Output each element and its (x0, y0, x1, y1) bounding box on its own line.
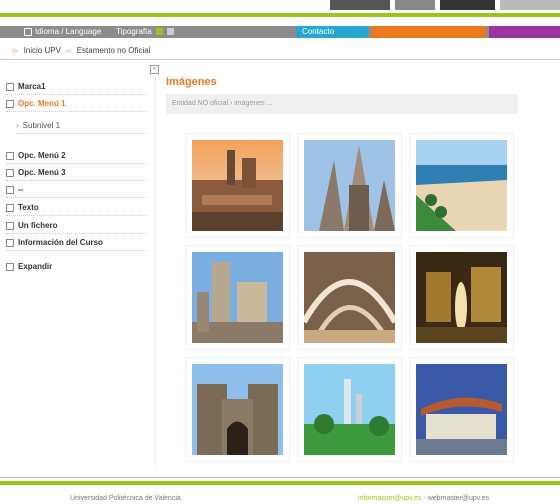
checkbox-icon (6, 221, 14, 230)
footer-email-webmaster[interactable]: webmaster@upv.es (428, 495, 489, 502)
collapse-sidebar-icon[interactable]: « (150, 65, 159, 74)
breadcrumb: ›› Inicio UPV ›› Estamento no Oficial (12, 46, 151, 55)
caret-right-icon: › (16, 121, 19, 130)
checkbox-icon (6, 185, 14, 194)
sidebar-item-opc-menu-1[interactable]: Opc. Menú 1 (6, 97, 146, 112)
footer-email-info[interactable]: informacion@upv.es (358, 495, 421, 502)
page-title: Imágenes (166, 76, 217, 88)
language-link[interactable]: Idioma / Language (24, 26, 101, 38)
checkbox-icon (6, 99, 14, 108)
sidebar-item-separator[interactable]: -- (6, 183, 146, 198)
header-accent-bar (0, 13, 560, 17)
checkbox-icon (6, 203, 14, 212)
font-increase-icon[interactable] (155, 28, 163, 36)
sidebar-item-un-fichero[interactable]: Un fichero (6, 219, 146, 234)
breadcrumb-separator-icon: ›› (66, 46, 72, 55)
sidebar-item-subnivel-1[interactable]: › Subnivel 1 (16, 119, 146, 134)
gallery-thumb-city-rooftops[interactable] (185, 133, 290, 238)
language-icon (24, 27, 32, 36)
image-gallery (185, 133, 515, 463)
footer-contacts: informacion@upv.es - webmaster@upv.es (358, 495, 489, 502)
gallery-thumb-gothic-facade[interactable] (297, 133, 402, 238)
gallery-thumb-plaza-tower[interactable] (185, 245, 290, 350)
checkbox-icon (6, 82, 14, 91)
header-photo-strip (0, 0, 560, 12)
sidebar-item-informacion-curso[interactable]: Información del Curso (6, 236, 146, 251)
sidebar-item-marca1[interactable]: Marca1 (6, 80, 146, 95)
checkbox-icon (6, 238, 14, 247)
nav-orange-segment[interactable] (371, 26, 486, 38)
checkbox-icon (6, 168, 14, 177)
sidebar-item-opc-menu-2[interactable]: Opc. Menú 2 (6, 149, 146, 164)
breadcrumb-home[interactable]: Inicio UPV (24, 46, 61, 55)
gallery-thumb-night-fountain[interactable] (409, 245, 514, 350)
info-bar: Entidad NO oficial › imágenes ... (166, 94, 518, 114)
expand-icon (6, 262, 14, 271)
breadcrumb-arrow-icon: ›› (12, 46, 18, 55)
sidebar-item-texto[interactable]: Texto (6, 201, 146, 216)
font-decrease-icon[interactable] (167, 28, 175, 36)
footer-university: Universidad Politécnica de Valencia (70, 495, 181, 502)
sidebar-item-opc-menu-3[interactable]: Opc. Menú 3 (6, 166, 146, 181)
nav-purple-segment[interactable] (489, 26, 560, 38)
gallery-thumb-park-towers[interactable] (297, 357, 402, 462)
gallery-thumb-modern-arches[interactable] (297, 245, 402, 350)
sidebar: Marca1 Opc. Menú 1 › Subnivel 1 Opc. Menú… (0, 78, 156, 470)
typography-control[interactable]: Tipografía (116, 26, 175, 38)
gallery-thumb-beach-promenade[interactable] (409, 133, 514, 238)
gallery-thumb-stone-gate[interactable] (185, 357, 290, 462)
gallery-thumb-modern-building[interactable] (409, 357, 514, 462)
info-text: Entidad NO oficial › imágenes ... (172, 100, 273, 107)
footer-divider (0, 477, 560, 478)
contact-link[interactable]: Contacto (296, 26, 368, 38)
checkbox-icon (6, 151, 14, 160)
header-divider (0, 59, 560, 60)
breadcrumb-current: Estamento no Oficial (76, 46, 151, 55)
footer-accent-bar (0, 481, 560, 485)
sidebar-item-expandir[interactable]: Expandir (6, 260, 146, 274)
